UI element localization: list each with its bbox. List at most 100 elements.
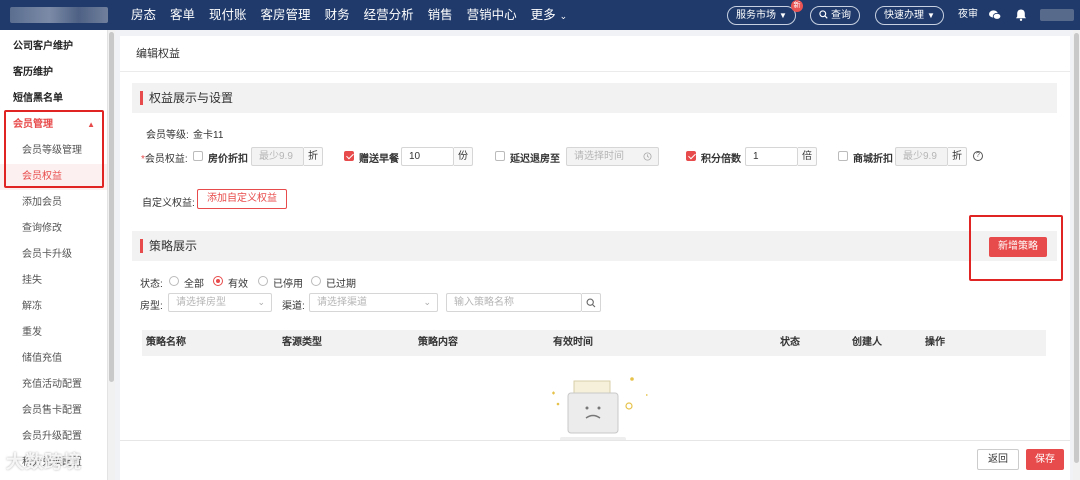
status-radio-all[interactable] (169, 276, 179, 286)
sidebar-item-company-customers[interactable]: 公司客户维护 (0, 34, 107, 60)
nav-orders[interactable]: 客单 (163, 0, 202, 30)
room-type-select[interactable]: 请选择房型 ⌄ (168, 293, 272, 312)
mall-discount-unit: 折 (948, 147, 967, 166)
status-radio-disabled[interactable] (258, 276, 268, 286)
custom-rights-label: 自定义权益: (142, 198, 195, 209)
late-checkout-checkbox[interactable] (495, 151, 505, 161)
column-header-status: 状态 (780, 337, 800, 348)
column-header-creator: 创建人 (852, 337, 882, 348)
room-discount-checkbox[interactable] (193, 151, 203, 161)
late-checkout-time-input[interactable]: 请选择时间 (566, 147, 659, 166)
scrollbar-thumb[interactable] (109, 32, 114, 382)
mall-discount-label: 商城折扣 (853, 154, 893, 165)
sidebar-scrollbar[interactable] (108, 30, 115, 480)
nav-room-management[interactable]: 客房管理 (254, 0, 318, 30)
status-radio-valid[interactable] (213, 276, 223, 286)
member-level-label: 会员等级: (146, 130, 189, 141)
nav-marketing[interactable]: 营销中心 (460, 0, 524, 30)
back-button[interactable]: 返回 (977, 449, 1019, 470)
user-avatar[interactable] (1040, 9, 1074, 21)
sidebar-item-member-levels[interactable]: 会员等级管理 (0, 138, 107, 164)
sidebar-item-stored-value[interactable]: 储值充值 (0, 346, 107, 372)
wechat-icon[interactable] (988, 8, 1002, 22)
nav-more-label: 更多 (530, 8, 556, 22)
hotel-logo (10, 7, 108, 23)
page-scrollbar[interactable] (1073, 30, 1080, 480)
query-label: 查询 (831, 10, 851, 21)
quick-action-label: 快速办理 (884, 10, 924, 21)
late-checkout-label: 延迟退房至 (510, 154, 560, 165)
search-button[interactable] (582, 293, 601, 312)
channel-select[interactable]: 请选择渠道 ⌄ (309, 293, 438, 312)
mall-discount-input[interactable]: 最少9.9 (895, 147, 948, 166)
strategy-name-input[interactable]: 输入策略名称 (446, 293, 582, 312)
scrollbar-thumb[interactable] (1074, 33, 1079, 463)
status-option-all[interactable]: 全部 (184, 275, 204, 290)
sidebar-item-upgrade-config[interactable]: 会员升级配置 (0, 424, 107, 450)
query-button[interactable]: 查询 (810, 6, 860, 25)
channel-placeholder: 请选择渠道 (317, 297, 367, 308)
sidebar-item-member-rights[interactable]: 会员权益 (0, 164, 107, 190)
mall-discount-checkbox[interactable] (838, 151, 848, 161)
room-type-label: 房型: (140, 301, 163, 312)
column-header-actions: 操作 (925, 337, 945, 348)
room-discount-label: 房价折扣 (208, 154, 248, 165)
nav-cash-account[interactable]: 现付账 (202, 0, 254, 30)
search-icon (819, 10, 828, 19)
column-header-valid-time: 有效时间 (553, 337, 593, 348)
nav-finance[interactable]: 财务 (318, 0, 357, 30)
chevron-down-icon: ⌄ (423, 297, 431, 307)
breakfast-checkbox[interactable] (344, 151, 354, 161)
room-discount-input[interactable]: 最少9.9 (251, 147, 304, 166)
top-navbar: 房态 客单 现付账 客房管理 财务 经营分析 销售 营销中心 更多 ⌄ 服务市场 ▼… (0, 0, 1080, 30)
bell-icon[interactable] (1014, 8, 1028, 22)
channel-label: 渠道: (282, 301, 305, 312)
service-market-button[interactable]: 服务市场 ▼ (727, 6, 796, 25)
sidebar-item-unfreeze[interactable]: 解冻 (0, 294, 107, 320)
column-header-name: 策略名称 (146, 337, 186, 348)
save-button[interactable]: 保存 (1026, 449, 1064, 470)
chevron-down-icon: ⌄ (257, 297, 265, 307)
sidebar-item-reissue[interactable]: 重发 (0, 320, 107, 346)
sidebar-item-query-edit[interactable]: 查询修改 (0, 216, 107, 242)
points-multiplier-input[interactable]: 1 (745, 147, 798, 166)
breakfast-unit: 份 (454, 147, 473, 166)
nav-room-status[interactable]: 房态 (124, 0, 163, 30)
night-audit-link[interactable]: 夜审 (958, 0, 978, 30)
quick-action-button[interactable]: 快速办理 ▼ (875, 6, 944, 25)
column-header-guest-type: 客源类型 (282, 337, 322, 348)
room-discount-unit: 折 (304, 147, 323, 166)
sidebar-item-recharge-activity[interactable]: 充值活动配置 (0, 372, 107, 398)
breakfast-label: 赠送早餐 (359, 154, 399, 165)
status-option-disabled[interactable]: 已停用 (273, 275, 303, 290)
sidebar-item-card-upgrade[interactable]: 会员卡升级 (0, 242, 107, 268)
divider (120, 71, 1070, 72)
add-custom-rights-button[interactable]: 添加自定义权益 (197, 189, 287, 209)
sidebar-item-guest-history[interactable]: 客历维护 (0, 60, 107, 86)
new-strategy-button[interactable]: 新增策略 (989, 237, 1047, 257)
status-option-valid[interactable]: 有效 (228, 275, 248, 290)
sidebar-item-add-member[interactable]: 添加会员 (0, 190, 107, 216)
sidebar-item-report-loss[interactable]: 挂失 (0, 268, 107, 294)
section-accent-bar (140, 239, 143, 253)
nav-sales[interactable]: 销售 (421, 0, 460, 30)
status-option-expired[interactable]: 已过期 (326, 275, 356, 290)
sidebar-item-sms-blacklist[interactable]: 短信黑名单 (0, 86, 107, 112)
main-panel: 编辑权益 权益展示与设置 会员等级: 金卡11 *会员权益: 房价折扣 最少9.… (120, 36, 1070, 480)
sidebar-group-label: 会员管理 (13, 119, 53, 130)
section-rights-header: 权益展示与设置 (132, 83, 1057, 113)
clock-icon (643, 152, 652, 161)
section-title: 策略展示 (149, 239, 198, 253)
nav-analytics[interactable]: 经营分析 (357, 0, 421, 30)
help-icon[interactable]: ? (973, 151, 983, 161)
breakfast-input[interactable]: 10 (401, 147, 454, 166)
sidebar-group-member-management[interactable]: 会员管理 ▲ (0, 112, 107, 138)
room-type-placeholder: 请选择房型 (176, 297, 226, 308)
new-badge: 新 (791, 0, 803, 12)
sidebar-item-card-sale-config[interactable]: 会员售卡配置 (0, 398, 107, 424)
chevron-up-icon: ▲ (87, 120, 95, 129)
status-radio-expired[interactable] (311, 276, 321, 286)
nav-more[interactable]: 更多 ⌄ (524, 0, 575, 30)
chevron-down-icon: ⌄ (559, 11, 568, 21)
points-multiplier-checkbox[interactable] (686, 151, 696, 161)
